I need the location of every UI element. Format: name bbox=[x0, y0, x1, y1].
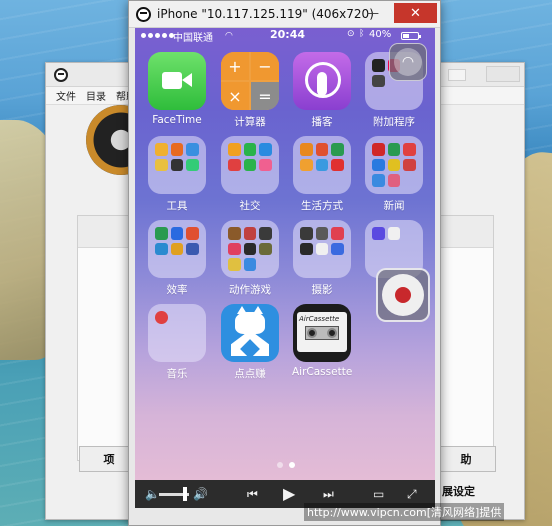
app-label: 新闻 bbox=[383, 200, 405, 212]
background-button-right[interactable]: 助 bbox=[436, 446, 496, 472]
wifi-icon: ◠ bbox=[225, 31, 233, 41]
battery-icon bbox=[401, 32, 421, 40]
app-calculator[interactable]: + − × = 计算器 bbox=[220, 52, 280, 129]
watermark-text: http://www.vipcn.com[清风网络]提供 bbox=[304, 503, 505, 521]
folder-icon bbox=[148, 136, 206, 194]
phone-home-screen: 中国联通 ◠ 20:44 ⊙ ᛒ 40% FaceTime + − × = 计算… bbox=[135, 28, 435, 480]
calc-key: − bbox=[251, 52, 279, 80]
calculator-icon: + − × = bbox=[221, 52, 279, 110]
folder-icon bbox=[365, 136, 423, 194]
signal-strength-icon bbox=[141, 33, 174, 38]
folder-icon bbox=[148, 220, 206, 278]
orientation-lock-icon: ⊙ bbox=[347, 29, 355, 39]
folder-news[interactable]: 新闻 bbox=[364, 136, 424, 213]
menu-file[interactable]: 文件 bbox=[56, 88, 76, 103]
aircassette-icon: AirCassette bbox=[293, 304, 351, 362]
folder-icon bbox=[221, 136, 279, 194]
folder-music[interactable]: 音乐 bbox=[147, 304, 207, 381]
close-button[interactable]: ✕ bbox=[394, 3, 437, 23]
folder-icon bbox=[293, 220, 351, 278]
app-label: 点点赚 bbox=[234, 368, 266, 380]
folder-productivity[interactable]: 效率 bbox=[147, 220, 207, 297]
fullscreen-button[interactable]: ⤢ bbox=[407, 488, 417, 500]
background-minimize-button[interactable] bbox=[448, 69, 466, 81]
record-ring bbox=[382, 274, 424, 316]
next-button[interactable]: ⏭ bbox=[323, 488, 334, 500]
background-settings-text[interactable]: 展设定 bbox=[442, 483, 475, 499]
carrier-name: 中国联通 bbox=[173, 33, 213, 44]
facetime-icon bbox=[148, 52, 206, 110]
volume-slider-handle[interactable] bbox=[182, 487, 187, 501]
folder-icon bbox=[293, 136, 351, 194]
app-label: 计算器 bbox=[234, 116, 266, 128]
folder-tools[interactable]: 工具 bbox=[147, 136, 207, 213]
app-label: 生活方式 bbox=[301, 200, 343, 212]
aircassette-tape-text: AirCassette bbox=[299, 315, 340, 323]
background-close-button[interactable] bbox=[486, 66, 520, 82]
mirror-window-title: iPhone "10.117.125.119" (406x720) bbox=[157, 7, 374, 21]
app-podcasts[interactable]: 播客 bbox=[292, 52, 352, 129]
folder-lifestyle[interactable]: 生活方式 bbox=[292, 136, 352, 213]
status-time: 20:44 bbox=[270, 28, 306, 41]
app-label: 动作游戏 bbox=[229, 284, 271, 296]
app-label: 音乐 bbox=[166, 368, 188, 380]
app-label: 附加程序 bbox=[373, 116, 415, 128]
app-facetime[interactable]: FaceTime bbox=[147, 52, 207, 126]
play-button[interactable]: ▶ bbox=[283, 486, 295, 502]
wifi-icon: ◠ bbox=[394, 48, 422, 76]
bluetooth-icon: ᛒ bbox=[359, 29, 365, 39]
calc-key: × bbox=[221, 82, 249, 110]
calc-key: + bbox=[221, 52, 249, 80]
app-label: FaceTime bbox=[152, 114, 202, 126]
mirror-titlebar: iPhone "10.117.125.119" (406x720) — ✕ bbox=[129, 1, 440, 28]
app-label: 工具 bbox=[166, 200, 188, 212]
record-button[interactable] bbox=[376, 268, 430, 322]
app-label: 摄影 bbox=[311, 284, 333, 296]
folder-photography[interactable]: 摄影 bbox=[292, 220, 352, 297]
previous-button[interactable]: ⏮ bbox=[247, 488, 258, 500]
podcasts-icon bbox=[293, 52, 351, 110]
calc-key: = bbox=[251, 82, 279, 110]
app-logo-icon bbox=[136, 7, 151, 22]
app-logo-icon bbox=[54, 68, 68, 82]
app-aircassette[interactable]: AirCassette AirCassette bbox=[292, 304, 352, 378]
record-dot-icon bbox=[395, 287, 411, 303]
folder-icon bbox=[148, 304, 206, 362]
page-indicator bbox=[277, 462, 295, 468]
assistive-touch-button[interactable]: ◠ bbox=[389, 43, 427, 81]
menu-directory[interactable]: 目录 bbox=[86, 88, 106, 103]
status-bar: 中国联通 ◠ 20:44 ⊙ ᛒ 40% bbox=[135, 28, 435, 44]
screen-mode-button[interactable]: ▭ bbox=[373, 488, 384, 500]
app-label: AirCassette bbox=[292, 366, 353, 378]
app-label: 效率 bbox=[166, 284, 188, 296]
app-dianzan[interactable]: 点点赚 bbox=[220, 304, 280, 381]
volume-high-icon[interactable]: 🔊 bbox=[193, 488, 208, 500]
app-label: 社交 bbox=[239, 200, 261, 212]
app-label: 播客 bbox=[311, 116, 333, 128]
page-dot bbox=[277, 462, 283, 468]
folder-action-games[interactable]: 动作游戏 bbox=[220, 220, 280, 297]
dianzan-icon bbox=[221, 304, 279, 362]
minimize-button[interactable]: — bbox=[360, 4, 386, 22]
battery-percent: 40% bbox=[369, 29, 392, 40]
page-dot-active bbox=[289, 462, 295, 468]
volume-low-icon[interactable]: 🔈 bbox=[145, 488, 160, 500]
folder-icon bbox=[221, 220, 279, 278]
folder-social[interactable]: 社交 bbox=[220, 136, 280, 213]
